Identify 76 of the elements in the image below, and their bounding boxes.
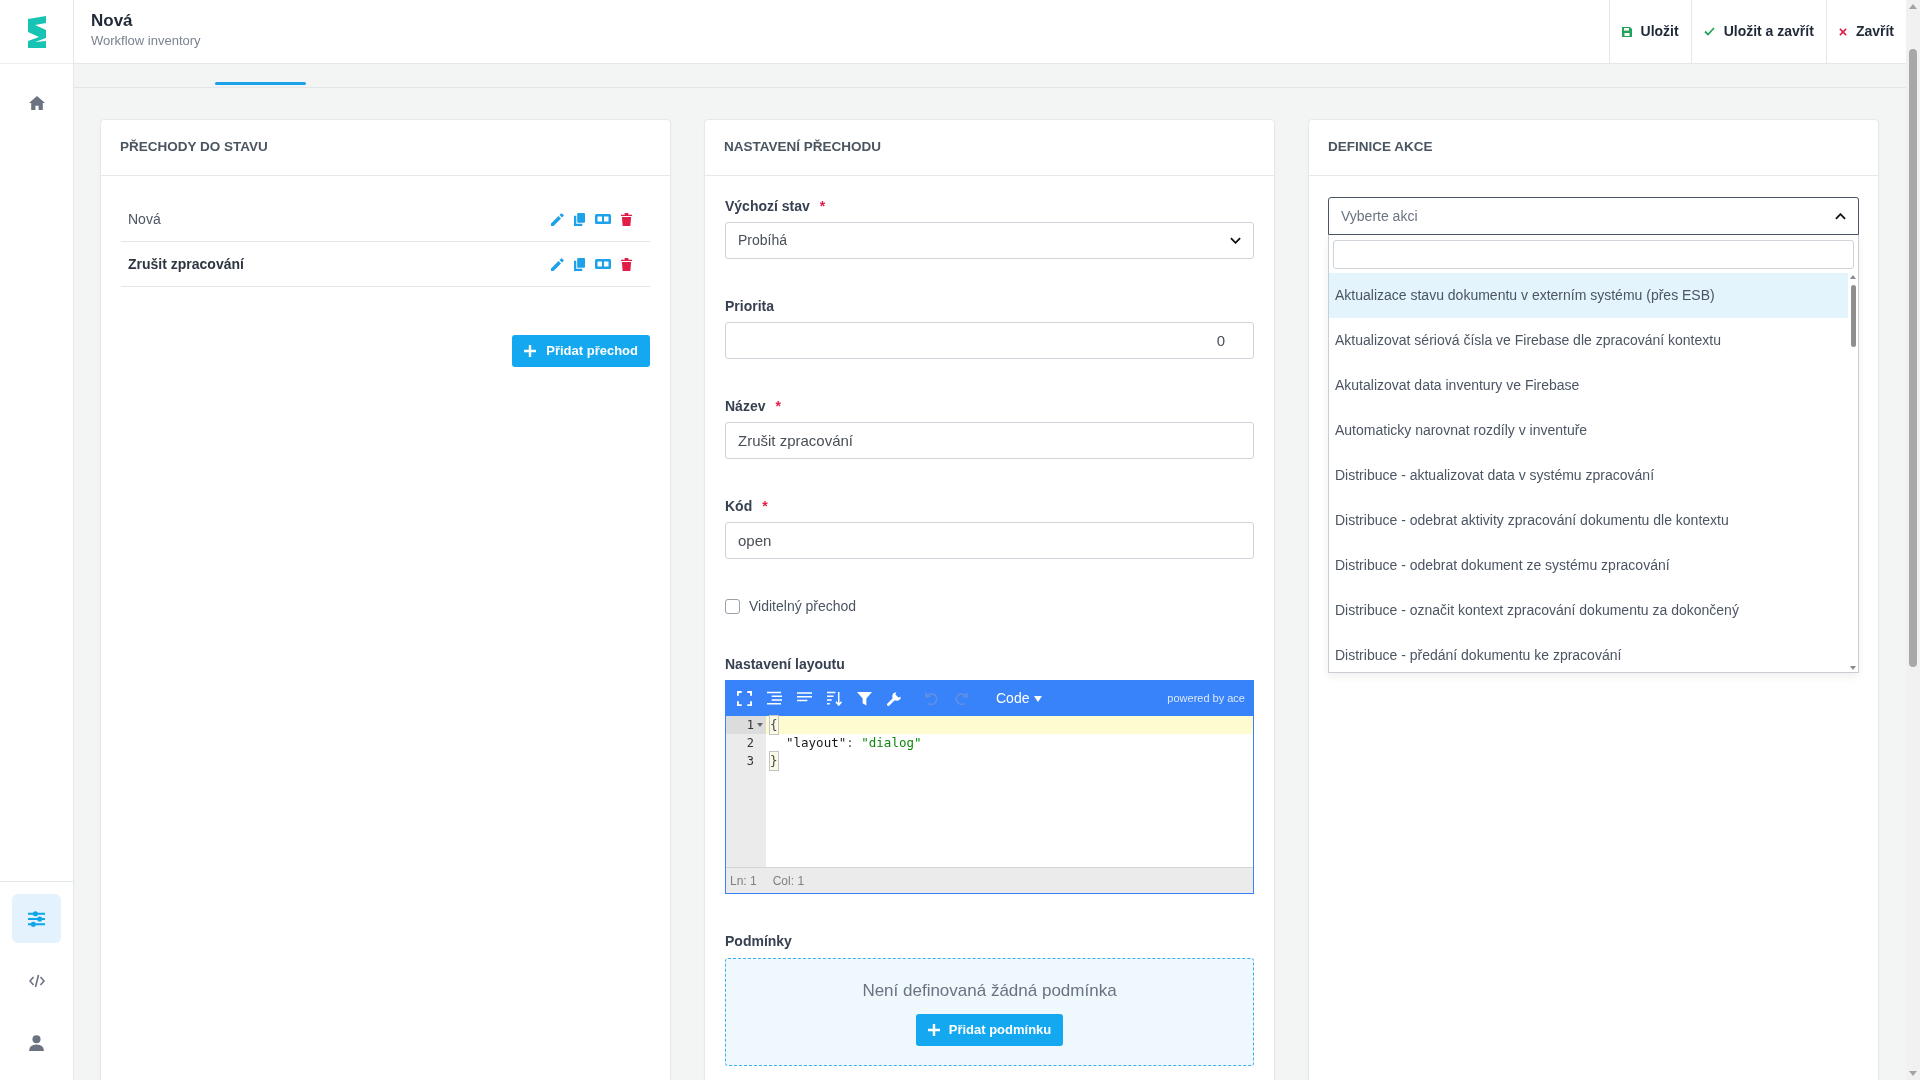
copy-icon[interactable] xyxy=(574,257,585,271)
sort-icon xyxy=(826,691,842,706)
code-line: } xyxy=(766,752,1253,770)
sliders-icon xyxy=(28,910,45,927)
scroll-down-icon[interactable] xyxy=(1909,1071,1917,1076)
corners-icon xyxy=(736,691,752,706)
text-field[interactable]: open xyxy=(725,522,1254,559)
number-field[interactable]: 0 xyxy=(725,322,1254,359)
empty-message: Není definovaná žádná podmínka xyxy=(862,980,1117,1002)
line-number: 1 xyxy=(746,717,754,734)
chevron-up-icon xyxy=(1835,212,1846,220)
indent-lines-icon xyxy=(766,691,782,706)
field-label: Kód xyxy=(725,496,753,516)
funnel-icon xyxy=(856,691,872,706)
chevron-down-icon xyxy=(1230,237,1241,244)
required-mark: * xyxy=(775,396,781,416)
list-row[interactable]: Zrušit zpracování xyxy=(121,242,650,287)
page-subtitle: Workflow inventory xyxy=(91,32,201,50)
panel-title: NASTAVENÍ PŘECHODU xyxy=(724,138,881,157)
status-text: Col: 1 xyxy=(772,872,805,890)
branding-text: powered by ace xyxy=(1167,691,1245,707)
plus-icon xyxy=(927,1024,940,1036)
panel-title: PŘECHODY DO STAVU xyxy=(120,138,268,157)
plus-icon xyxy=(524,345,537,357)
checkbox-label: Viditelný přechod xyxy=(749,596,857,616)
action-select[interactable]: Vyberte akci xyxy=(1328,197,1859,235)
floppy-icon xyxy=(1621,26,1632,37)
fold-arrow-icon[interactable] xyxy=(757,723,763,727)
checkbox[interactable] xyxy=(725,598,740,614)
select-value: Probíhá xyxy=(738,231,788,250)
pencil-icon[interactable] xyxy=(551,212,564,226)
logo-icon xyxy=(27,15,46,48)
redo-icon xyxy=(953,691,969,706)
user-icon xyxy=(29,1034,44,1051)
caret-icon xyxy=(1034,695,1043,702)
copy-icon[interactable] xyxy=(574,212,585,226)
scrollbar-thumb[interactable] xyxy=(1909,49,1917,667)
field-label: Název xyxy=(725,396,766,416)
wrench-icon xyxy=(886,691,902,706)
pencil-icon[interactable] xyxy=(551,257,564,271)
dropdown-option[interactable]: Distribuce - předání dokumentu ke zpracování xyxy=(1329,633,1848,672)
trash-icon[interactable] xyxy=(621,212,632,226)
scroll-up-icon[interactable] xyxy=(1909,4,1917,9)
field-label: Výchozí stav xyxy=(725,196,810,216)
status-text: Ln: 1 xyxy=(730,872,757,890)
required-mark: * xyxy=(819,196,826,216)
check-icon xyxy=(1703,27,1715,36)
field-label: Priorita xyxy=(725,296,774,316)
list-row[interactable]: Nová xyxy=(121,197,650,242)
line-number: 2 xyxy=(746,735,754,752)
page-title: Nová xyxy=(91,10,134,32)
text-field[interactable]: Zrušit zpracování xyxy=(725,422,1254,459)
code-line: "layout": "dialog" xyxy=(785,734,923,752)
dropdown-option[interactable]: Aktualizace stavu dokumentu v externím systému (přes ESB) xyxy=(1329,273,1848,318)
required-mark: * xyxy=(762,496,768,516)
close-icon xyxy=(1838,27,1847,36)
transition-name: Zrušit zpracování xyxy=(128,254,244,274)
tag-pair-icon[interactable] xyxy=(595,214,611,224)
scroll-up-icon[interactable] xyxy=(1850,275,1856,279)
scrollbar-thumb[interactable] xyxy=(1850,285,1856,347)
scroll-down-icon[interactable] xyxy=(1850,666,1856,670)
search-field[interactable] xyxy=(1333,240,1854,269)
select-placeholder: Vyberte akci xyxy=(1341,206,1418,226)
code-icon xyxy=(28,973,45,988)
tag-pair-icon[interactable] xyxy=(595,259,611,269)
field-label: Podmínky xyxy=(725,931,792,951)
line-number: 3 xyxy=(746,753,754,770)
select-field[interactable]: Probíhá xyxy=(725,222,1254,259)
undo-icon xyxy=(923,691,939,706)
trash-icon[interactable] xyxy=(621,257,632,271)
home-icon xyxy=(28,95,45,110)
mode-menu[interactable]: Code xyxy=(996,688,1043,709)
field-label: Nastavení layoutu xyxy=(725,654,845,674)
panel-title: DEFINICE AKCE xyxy=(1328,138,1433,157)
sidebar-item[interactable] xyxy=(12,894,61,943)
transition-name: Nová xyxy=(128,209,161,229)
